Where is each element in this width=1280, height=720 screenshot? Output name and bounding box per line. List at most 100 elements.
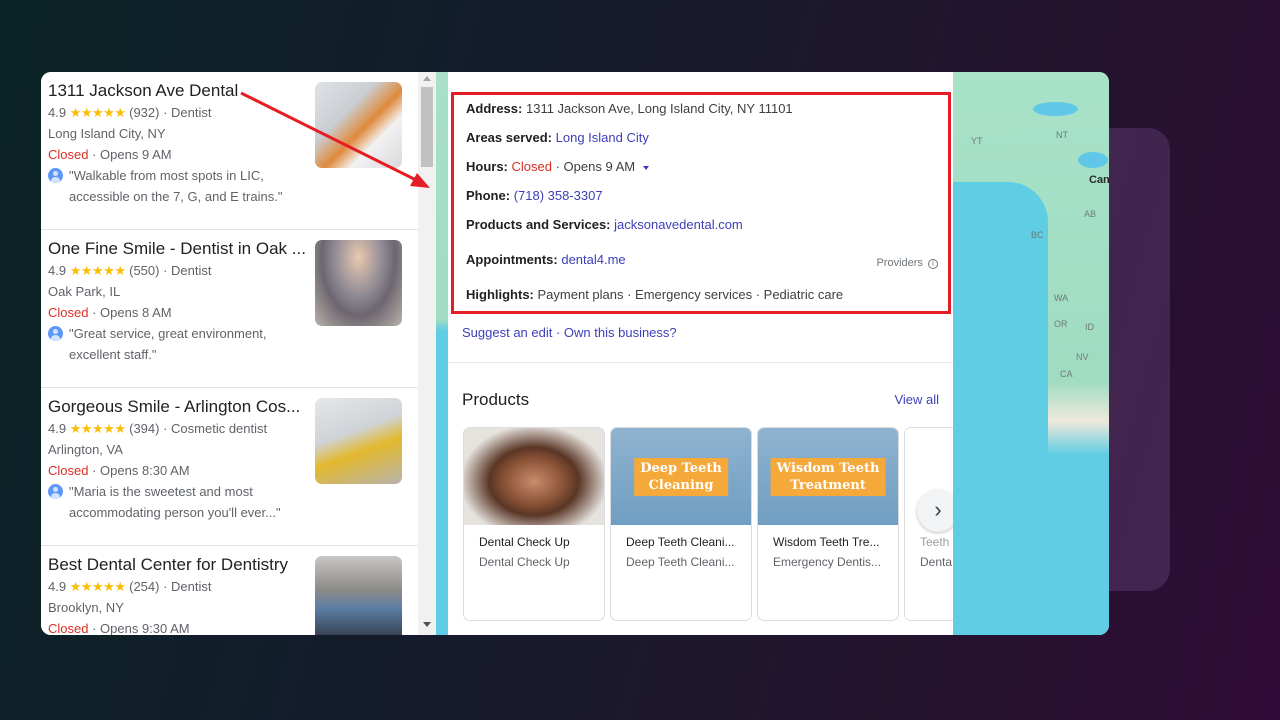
map-label: WA (1054, 293, 1069, 303)
hours-status: Closed (511, 159, 552, 174)
map-label: ID (1085, 322, 1094, 332)
rating-value: 4.9 (48, 263, 67, 278)
star-rating-icon: ★★★★★ (69, 421, 126, 436)
result-review: "Great service, great environment, excel… (48, 323, 418, 365)
map-strip[interactable] (436, 72, 448, 635)
lake-shape (1033, 102, 1078, 116)
hours-label: Hours: (466, 159, 508, 174)
closed-status: Closed (48, 621, 89, 635)
scrollbar-thumb[interactable] (421, 87, 433, 167)
appointments-link[interactable]: dental4.me (561, 252, 625, 267)
result-title[interactable]: 1311 Jackson Ave Dental (48, 80, 310, 102)
star-rating-icon: ★★★★★ (69, 263, 126, 278)
view-all-link[interactable]: View all (894, 392, 939, 407)
opens-time: Opens 8 AM (100, 305, 172, 320)
providers-info[interactable]: Providers i (876, 257, 938, 269)
result-category: Dentist (171, 579, 212, 594)
lake-shape (1078, 152, 1108, 168)
address-label: Address: (466, 101, 523, 116)
product-card[interactable]: Deep Teeth Cleaning Deep Teeth Cleani...… (610, 427, 752, 621)
products-services-row: Products and Services: jacksonavedental.… (466, 217, 743, 232)
result-photo[interactable] (315, 556, 402, 635)
result-category: Dentist (171, 105, 212, 120)
rating-value: 4.9 (48, 579, 67, 594)
closed-status: Closed (48, 305, 89, 320)
product-card[interactable]: Wisdom Teeth Treatment Wisdom Teeth Tre.… (757, 427, 899, 621)
result-photo[interactable] (315, 240, 402, 326)
rating-value: 4.9 (48, 105, 67, 120)
result-photo[interactable] (315, 398, 402, 484)
map-view[interactable]: YT NT Can AB BC WA OR ID NV CA (953, 72, 1109, 635)
areas-link[interactable]: Long Island City (556, 130, 649, 145)
product-subtitle: Emergency Dentis... (773, 555, 882, 569)
results-scrollbar[interactable] (418, 72, 436, 635)
map-label: OR (1054, 319, 1068, 329)
product-name: Deep Teeth Cleani... (626, 535, 735, 549)
link-separator: · (552, 325, 564, 340)
result-category: Cosmetic dentist (171, 421, 268, 436)
areas-served-row: Areas served: Long Island City (466, 130, 649, 145)
edit-links: Suggest an edit · Own this business? (462, 325, 677, 340)
star-rating-icon: ★★★★★ (69, 105, 126, 120)
result-review: "Maria is the sweetest and most accommod… (48, 481, 418, 523)
hours-row[interactable]: Hours: Closed · Opens 9 AM (466, 159, 649, 174)
map-label: AB (1084, 209, 1097, 219)
products-services-label: Products and Services: (466, 217, 611, 232)
address-row: Address: 1311 Jackson Ave, Long Island C… (466, 101, 793, 116)
closed-status: Closed (48, 463, 89, 478)
hours-opens: · Opens 9 AM (555, 159, 636, 174)
result-item[interactable]: Best Dental Center for Dentistry 4.9 ★★★… (41, 546, 418, 635)
star-rating-icon: ★★★★★ (69, 579, 126, 594)
address-value[interactable]: 1311 Jackson Ave, Long Island City, NY 1… (526, 101, 793, 116)
maps-window: 1311 Jackson Ave Dental 4.9 ★★★★★ (932) … (41, 72, 1109, 635)
suggest-edit-link[interactable]: Suggest an edit (462, 325, 552, 340)
review-count: (394) (129, 421, 160, 436)
opens-time: Opens 9 AM (100, 147, 172, 162)
result-item[interactable]: Gorgeous Smile - Arlington Cos... 4.9 ★★… (41, 388, 418, 546)
result-photo[interactable] (315, 82, 402, 168)
result-review: "Walkable from most spots in LIC, access… (48, 165, 418, 207)
ocean-area (953, 182, 1048, 635)
product-name: Wisdom Teeth Tre... (773, 535, 880, 549)
next-products-button[interactable]: › (917, 490, 953, 532)
website-link[interactable]: jacksonavedental.com (614, 217, 743, 232)
product-name: Dental Check Up (479, 535, 570, 549)
hours-dropdown-icon[interactable] (642, 165, 649, 170)
review-text: "Maria is the sweetest and most accommod… (69, 484, 281, 520)
results-list: 1311 Jackson Ave Dental 4.9 ★★★★★ (932) … (41, 72, 418, 635)
product-subtitle: Denta (920, 555, 953, 569)
result-item[interactable]: 1311 Jackson Ave Dental 4.9 ★★★★★ (932) … (41, 72, 418, 230)
rating-value: 4.9 (48, 421, 67, 436)
map-label: CA (1060, 369, 1073, 379)
map-label: NV (1076, 352, 1089, 362)
highlights-row: Highlights: Payment plans · Emergency se… (466, 287, 843, 302)
providers-label: Providers (876, 257, 923, 269)
product-image (464, 428, 604, 525)
phone-link[interactable]: (718) 358-3307 (514, 188, 603, 203)
result-title[interactable]: Gorgeous Smile - Arlington Cos... (48, 396, 310, 418)
phone-row: Phone: (718) 358-3307 (466, 188, 603, 203)
review-count: (932) (129, 105, 160, 120)
product-image-badge: Wisdom Teeth Treatment (770, 457, 886, 496)
closed-status: Closed (48, 147, 89, 162)
own-business-link[interactable]: Own this business? (564, 325, 677, 340)
areas-label: Areas served: (466, 130, 552, 145)
scroll-down-arrow-icon[interactable] (423, 622, 431, 627)
product-image: Deep Teeth Cleaning (611, 428, 751, 525)
info-icon[interactable]: i (928, 259, 938, 269)
review-text: "Walkable from most spots in LIC, access… (69, 168, 283, 204)
highlights-label: Highlights: (466, 287, 534, 302)
map-label: YT (971, 136, 983, 146)
user-avatar-icon (48, 484, 63, 499)
opens-time: Opens 9:30 AM (100, 621, 190, 635)
review-count: (254) (129, 579, 160, 594)
product-card[interactable]: Dental Check Up Dental Check Up (463, 427, 605, 621)
opens-time: Opens 8:30 AM (100, 463, 190, 478)
result-title[interactable]: One Fine Smile - Dentist in Oak ... (48, 238, 310, 260)
highlights-value: Payment plans · Emergency services · Ped… (537, 287, 844, 302)
result-item[interactable]: One Fine Smile - Dentist in Oak ... 4.9 … (41, 230, 418, 388)
business-details-panel: Address: 1311 Jackson Ave, Long Island C… (448, 72, 953, 635)
scroll-up-arrow-icon[interactable] (423, 76, 431, 81)
result-title[interactable]: Best Dental Center for Dentistry (48, 554, 318, 576)
review-count: (550) (129, 263, 160, 278)
